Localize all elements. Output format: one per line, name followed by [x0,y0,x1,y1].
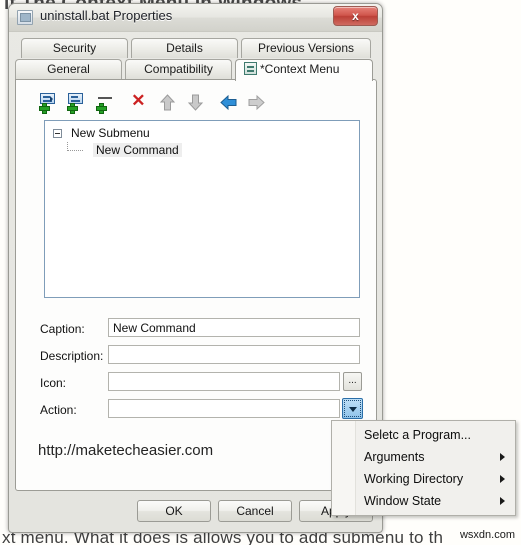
dialog-footer: OK Cancel Apply [9,500,382,530]
add-separator-icon [97,97,112,99]
menu-item-select-a-program[interactable]: Seletc a Program... [332,424,515,446]
menu-tree-view[interactable]: New Submenu New Command [44,120,360,298]
add-command-button[interactable] [66,92,88,114]
screenshot-root: it The Context Menu In Windows xt menu. … [0,0,521,545]
tab-previous-versions[interactable]: Previous Versions [241,38,371,58]
caption-label: Caption: [40,322,85,336]
arrow-up-icon [159,94,175,111]
add-separator-button[interactable] [95,92,117,114]
caption-input[interactable] [108,318,360,337]
corner-watermark: wsxdn.com [459,529,515,541]
item-properties-form: Caption: Description: Icon: ... Action: [16,318,378,426]
plus-badge-icon [95,103,107,114]
add-submenu-button[interactable] [38,92,60,114]
action-input[interactable] [108,399,340,418]
context-menu-icon [244,62,257,75]
tab-row-1: Security Details Previous Versions [15,38,377,58]
menu-item-label: Seletc a Program... [364,428,471,442]
delete-x-icon: ✕ [131,91,146,110]
dialog-title: uninstall.bat Properties [40,8,173,23]
move-left-button[interactable] [217,92,239,112]
close-icon[interactable]: x [333,6,378,26]
description-label: Description: [40,349,104,363]
collapse-icon[interactable] [53,129,62,138]
tab-details[interactable]: Details [131,38,238,58]
chevron-right-icon [500,475,505,483]
cancel-button[interactable]: Cancel [218,500,292,522]
site-watermark: http://maketecheasier.com [38,442,214,459]
menu-item-working-directory[interactable]: Working Directory [332,468,515,490]
plus-badge-icon [39,103,50,114]
tab-strip: Security Details Previous Versions Gener… [15,38,377,81]
tab-context-menu[interactable]: *Context Menu [235,59,373,81]
icon-input[interactable] [108,372,340,391]
action-dropdown-button[interactable] [342,398,363,419]
tree-item-submenu-label: New Submenu [71,126,150,140]
chevron-right-icon [500,453,505,461]
icon-row: Icon: ... [16,372,378,399]
menu-item-arguments[interactable]: Arguments [332,446,515,468]
tab-general[interactable]: General [15,59,122,79]
tree-connector-icon [67,150,83,151]
file-properties-icon [17,10,33,25]
ok-button[interactable]: OK [137,500,211,522]
description-row: Description: [16,345,378,372]
tab-security[interactable]: Security [21,38,128,58]
move-up-button[interactable] [156,92,178,112]
menu-item-label: Arguments [364,450,425,464]
chevron-down-icon [349,407,357,412]
dialog-titlebar[interactable]: uninstall.bat Properties x [9,4,382,32]
plus-badge-icon [67,103,79,114]
tree-item-command-label: New Command [93,143,182,157]
tab-context-menu-label: *Context Menu [260,62,340,76]
menu-item-label: Window State [364,494,442,508]
icon-browse-button[interactable]: ... [343,372,362,391]
context-menu-panel: ✕ New Submenu New Command Caption: New C… [15,79,377,491]
action-label: Action: [40,403,77,417]
arrow-down-icon [188,94,204,111]
move-right-button[interactable] [245,92,267,112]
description-input[interactable] [108,345,360,364]
icon-label: Icon: [40,376,67,390]
chevron-right-icon [500,497,505,505]
menu-item-window-state[interactable]: Window State [332,490,515,512]
tree-item-command[interactable]: New Command [45,142,359,159]
action-row: Action: [16,398,378,426]
tab-compatibility[interactable]: Compatibility [125,59,232,79]
properties-dialog: uninstall.bat Properties x Security Deta… [8,3,383,533]
action-dropdown-menu: Seletc a Program... Arguments Working Di… [331,420,516,516]
arrow-right-icon [248,94,265,111]
arrow-left-icon [219,94,237,111]
delete-button[interactable]: ✕ [127,92,149,112]
tree-item-submenu[interactable]: New Submenu [45,125,359,142]
menu-item-label: Working Directory [364,472,464,486]
editor-toolbar: ✕ [38,92,269,114]
tab-row-2: General Compatibility *Context Menu [15,59,377,81]
caption-row: Caption: [16,318,378,345]
move-down-button[interactable] [184,92,206,112]
